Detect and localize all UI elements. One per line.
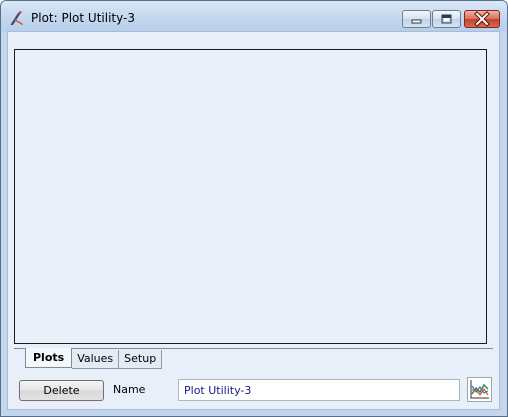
tab-plots[interactable]: Plots	[25, 348, 73, 368]
name-label: Name	[113, 383, 146, 396]
minimize-icon	[411, 19, 422, 24]
line-chart-icon[interactable]	[467, 377, 492, 402]
window-title: Plot: Plot Utility-3	[31, 11, 135, 25]
window-client-area: Plots Values Setup Delete Name	[7, 31, 500, 410]
plot-window: Plot: Plot Utility-3 Plots Values Setup …	[0, 0, 508, 417]
plot-canvas[interactable]	[14, 49, 487, 344]
maximize-button[interactable]	[432, 10, 461, 28]
maximize-icon	[441, 14, 452, 24]
close-button[interactable]	[464, 10, 500, 28]
title-bar[interactable]: Plot: Plot Utility-3	[1, 1, 507, 31]
minimize-button[interactable]	[402, 10, 431, 28]
name-field[interactable]	[178, 379, 460, 401]
delete-button[interactable]: Delete	[19, 380, 104, 401]
tab-separator	[14, 348, 493, 349]
pencil-ruler-icon	[11, 11, 23, 25]
close-icon	[474, 11, 490, 27]
tab-values[interactable]: Values	[72, 350, 120, 369]
tab-strip: Plots Values Setup	[25, 348, 163, 369]
tab-setup[interactable]: Setup	[119, 350, 163, 369]
